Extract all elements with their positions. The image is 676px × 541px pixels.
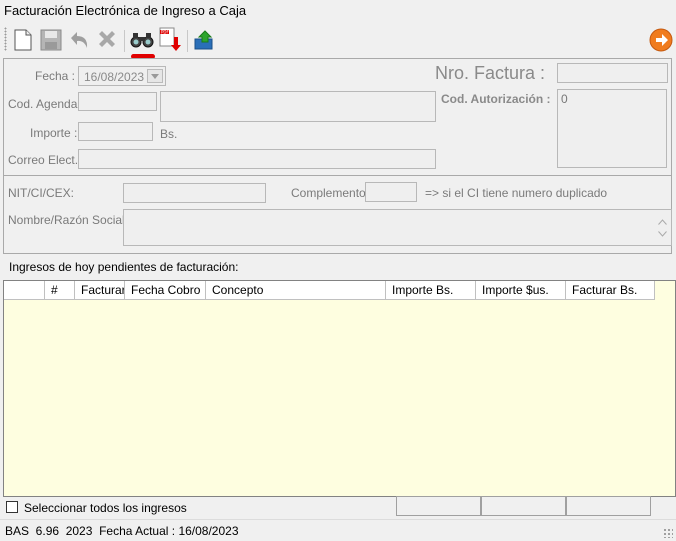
grid-col-number[interactable]: #	[45, 281, 75, 300]
toolbar-separator	[187, 30, 188, 52]
correo-label: Correo Elect.:	[8, 153, 82, 167]
fecha-label: Fecha :	[35, 69, 76, 83]
delete-icon	[94, 26, 120, 54]
importe-unit: Bs.	[160, 127, 178, 141]
toolbar-separator	[124, 30, 125, 52]
importe-label: Importe :	[30, 126, 78, 140]
grid-col-row-selector[interactable]	[4, 281, 45, 300]
fecha-date-picker: 16/08/2023	[78, 66, 166, 86]
complemento-input	[365, 182, 417, 202]
importe-input	[78, 122, 153, 141]
cod-autorizacion-field: 0	[557, 89, 667, 168]
status-text: BAS 6.96 2023 Fecha Actual : 16/08/2023	[5, 524, 239, 538]
select-all-checkbox[interactable]	[6, 501, 18, 513]
nombre-textarea	[123, 209, 672, 246]
toolbar-grip	[4, 27, 7, 51]
total-importe-bs-box	[396, 496, 481, 516]
nro-factura-input	[557, 63, 668, 83]
window-title: Facturación Electrónica de Ingreso a Caj…	[4, 3, 247, 18]
resize-grip[interactable]	[663, 528, 673, 538]
cod-agenda-input	[78, 92, 157, 111]
search-binoculars-icon[interactable]	[129, 26, 155, 54]
agenda-description-field	[160, 91, 436, 122]
grid-col-importe-sus[interactable]: Importe $us.	[476, 281, 566, 300]
total-importe-sus-box	[481, 496, 566, 516]
grid-col-facturar-bs[interactable]: Facturar Bs.	[566, 281, 655, 300]
cod-agenda-label: Cod. Agenda:	[8, 97, 81, 111]
grid-col-fecha-cobro[interactable]: Fecha Cobro	[125, 281, 206, 300]
pdf-download-icon[interactable]: PDF	[157, 26, 183, 54]
grid-col-importe-bs[interactable]: Importe Bs.	[386, 281, 476, 300]
pending-income-label: Ingresos de hoy pendientes de facturació…	[9, 260, 239, 274]
next-arrow-icon[interactable]	[648, 26, 674, 54]
total-facturar-bs-box	[566, 496, 651, 516]
undo-icon	[66, 26, 92, 54]
cod-autorizacion-label: Cod. Autorización :	[441, 92, 551, 106]
complemento-hint: => si el CI tiene numero duplicado	[425, 186, 608, 200]
upload-export-icon[interactable]	[192, 26, 218, 54]
grid-col-concepto[interactable]: Concepto	[206, 281, 386, 300]
nit-input	[123, 183, 266, 203]
chevron-down-icon	[147, 69, 163, 83]
fecha-value: 16/08/2023	[84, 70, 145, 84]
svg-text:PDF: PDF	[161, 30, 169, 35]
pending-income-grid[interactable]: # Facturar Fecha Cobro Concepto Importe …	[3, 280, 676, 497]
scroll-down-icon	[658, 226, 667, 240]
correo-input	[78, 149, 436, 169]
nit-label: NIT/CI/CEX:	[8, 186, 75, 200]
save-icon	[38, 26, 64, 54]
nombre-label: Nombre/Razón Social :	[8, 213, 132, 227]
grid-col-facturar[interactable]: Facturar	[75, 281, 125, 300]
grid-header: # Facturar Fecha Cobro Concepto Importe …	[4, 281, 655, 300]
new-document-icon[interactable]	[10, 26, 36, 54]
select-all-label[interactable]: Seleccionar todos los ingresos	[24, 501, 187, 515]
nro-factura-label: Nro. Factura :	[435, 63, 546, 83]
cod-autorizacion-value: 0	[561, 92, 568, 106]
complemento-label: Complemento:	[291, 186, 370, 200]
